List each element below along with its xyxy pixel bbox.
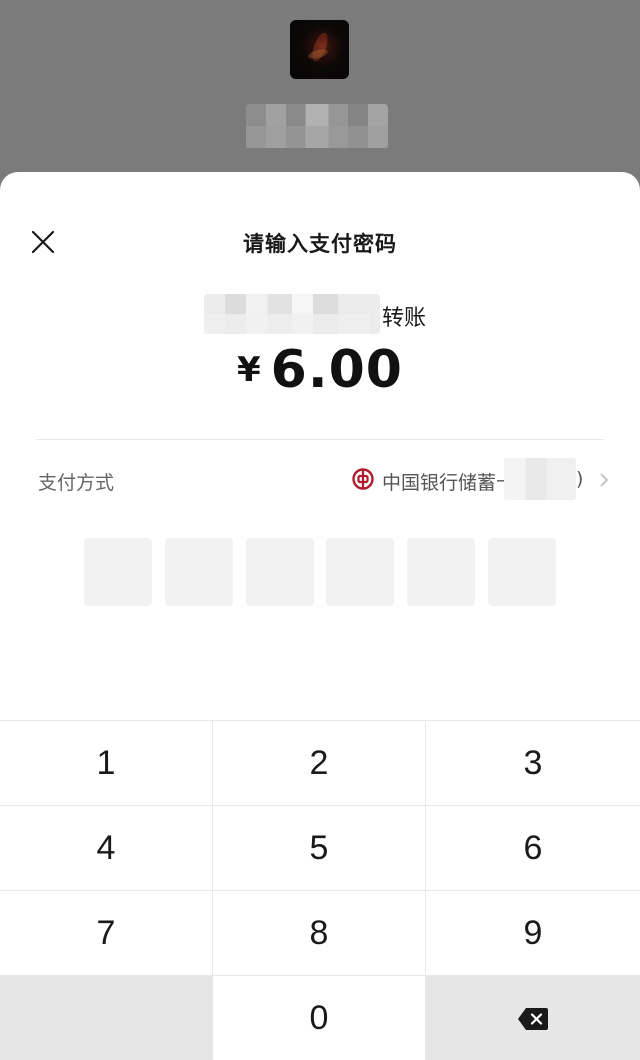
key-0[interactable]: 0	[213, 976, 426, 1060]
pin-digit-box[interactable]	[407, 538, 476, 606]
chevron-right-icon	[600, 473, 608, 487]
pin-digit-box[interactable]	[487, 538, 556, 606]
payee-name-redacted	[246, 104, 388, 148]
payment-method-label: 支付方式	[38, 472, 115, 494]
sheet-title: 请输入支付密码	[243, 232, 397, 256]
card-number-redacted	[504, 458, 576, 500]
payment-method-value: 中国银行储蓄卡 )	[338, 458, 608, 502]
key-9[interactable]: 9	[426, 891, 640, 976]
bank-of-china-icon	[352, 468, 374, 490]
numeric-keypad: 1 2 3 4 5 6 7 8 9 0	[0, 720, 640, 1060]
pin-digit-box[interactable]	[326, 538, 395, 606]
pin-digit-box[interactable]	[245, 538, 314, 606]
currency-symbol: ¥	[237, 350, 261, 390]
transfer-label: 转账	[382, 306, 427, 331]
key-7[interactable]: 7	[0, 891, 213, 976]
payee-avatar	[290, 20, 349, 79]
key-6[interactable]: 6	[426, 806, 640, 891]
key-8[interactable]: 8	[213, 891, 426, 976]
backdrop-overlay	[0, 0, 640, 200]
key-1[interactable]: 1	[0, 721, 213, 806]
key-5[interactable]: 5	[213, 806, 426, 891]
payment-sheet: 请输入支付密码 转账 ¥6.00 支付方式 中国银行储蓄卡 ) 1 2 3 4 …	[0, 172, 640, 1060]
payee-row: 转账	[204, 290, 444, 338]
pin-input-row[interactable]	[84, 538, 556, 606]
key-3[interactable]: 3	[426, 721, 640, 806]
key-blank	[0, 976, 213, 1060]
amount-display: ¥6.00	[0, 340, 640, 404]
key-2[interactable]: 2	[213, 721, 426, 806]
key-4[interactable]: 4	[0, 806, 213, 891]
backspace-icon	[518, 1007, 548, 1030]
payee-name-redacted	[204, 294, 380, 334]
payment-method-row[interactable]: 支付方式 中国银行储蓄卡 )	[38, 458, 608, 502]
pin-digit-box[interactable]	[164, 538, 233, 606]
delete-key[interactable]	[426, 976, 640, 1060]
pin-digit-box[interactable]	[84, 538, 152, 606]
bank-suffix: )	[576, 468, 584, 490]
amount-value: 6.00	[270, 340, 403, 400]
bank-name: 中国银行储蓄卡	[382, 472, 516, 494]
divider	[36, 439, 604, 440]
